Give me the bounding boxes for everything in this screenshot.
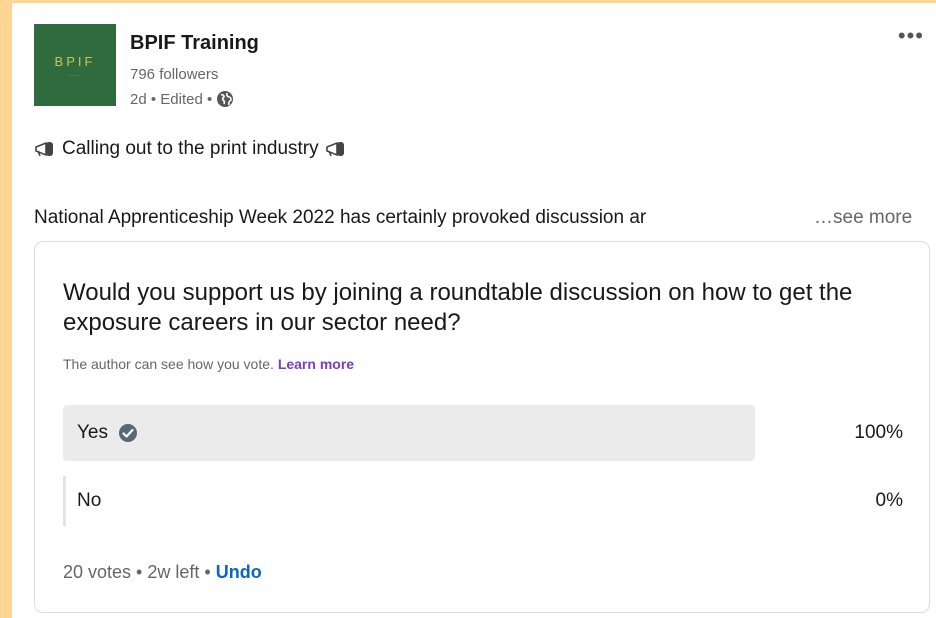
post-header: BPIF ——— BPIF Training 796 followers 2d … (34, 24, 930, 112)
author-logo[interactable]: BPIF ——— (34, 24, 116, 106)
poll-option-percent: 0% (875, 490, 903, 511)
learn-more-link[interactable]: Learn more (278, 356, 354, 372)
overflow-menu-icon[interactable]: ••• (898, 25, 924, 47)
poll-option-bar (63, 405, 755, 461)
poll-card: Would you support us by joining a roundt… (34, 241, 930, 613)
check-circle-icon (118, 423, 138, 443)
poll-notice-text: The author can see how you vote. (63, 356, 274, 372)
follower-count: 796 followers (130, 66, 219, 83)
poll-option-label: No (77, 490, 101, 512)
undo-vote-button[interactable]: Undo (216, 562, 262, 582)
post-headline-text: Calling out to the print industry (62, 138, 319, 159)
globe-icon (216, 90, 234, 108)
poll-option-text: Yes (77, 422, 108, 443)
poll-question: Would you support us by joining a roundt… (63, 279, 853, 336)
megaphone-icon (34, 140, 56, 158)
poll-footer: 20 votes • 2w left • Undo (63, 562, 262, 583)
poll-stats: 20 votes • 2w left • (63, 562, 211, 582)
post-card: BPIF ——— BPIF Training 796 followers 2d … (12, 3, 936, 618)
poll-option-percent: 100% (854, 422, 903, 443)
logo-text: BPIF (54, 53, 96, 69)
poll-option-label: Yes (77, 422, 138, 444)
post-body: National Apprenticeship Week 2022 has ce… (34, 207, 934, 229)
logo-subtext: ——— (67, 71, 83, 77)
post-meta: 2d • Edited • (130, 90, 234, 108)
post-body-text: National Apprenticeship Week 2022 has ce… (34, 207, 647, 228)
post-meta-text: 2d • Edited • (130, 90, 213, 108)
poll-option-bar (63, 476, 66, 526)
author-name[interactable]: BPIF Training (130, 32, 259, 55)
poll-vote-notice: The author can see how you vote. Learn m… (63, 356, 354, 372)
poll-option-no[interactable]: No 0% (63, 473, 903, 529)
see-more-link[interactable]: …see more (814, 207, 912, 229)
poll-option-text: No (77, 490, 102, 511)
post-headline: Calling out to the print industry (34, 138, 347, 160)
poll-option-yes[interactable]: Yes 100% (63, 405, 903, 461)
megaphone-icon (325, 140, 347, 158)
